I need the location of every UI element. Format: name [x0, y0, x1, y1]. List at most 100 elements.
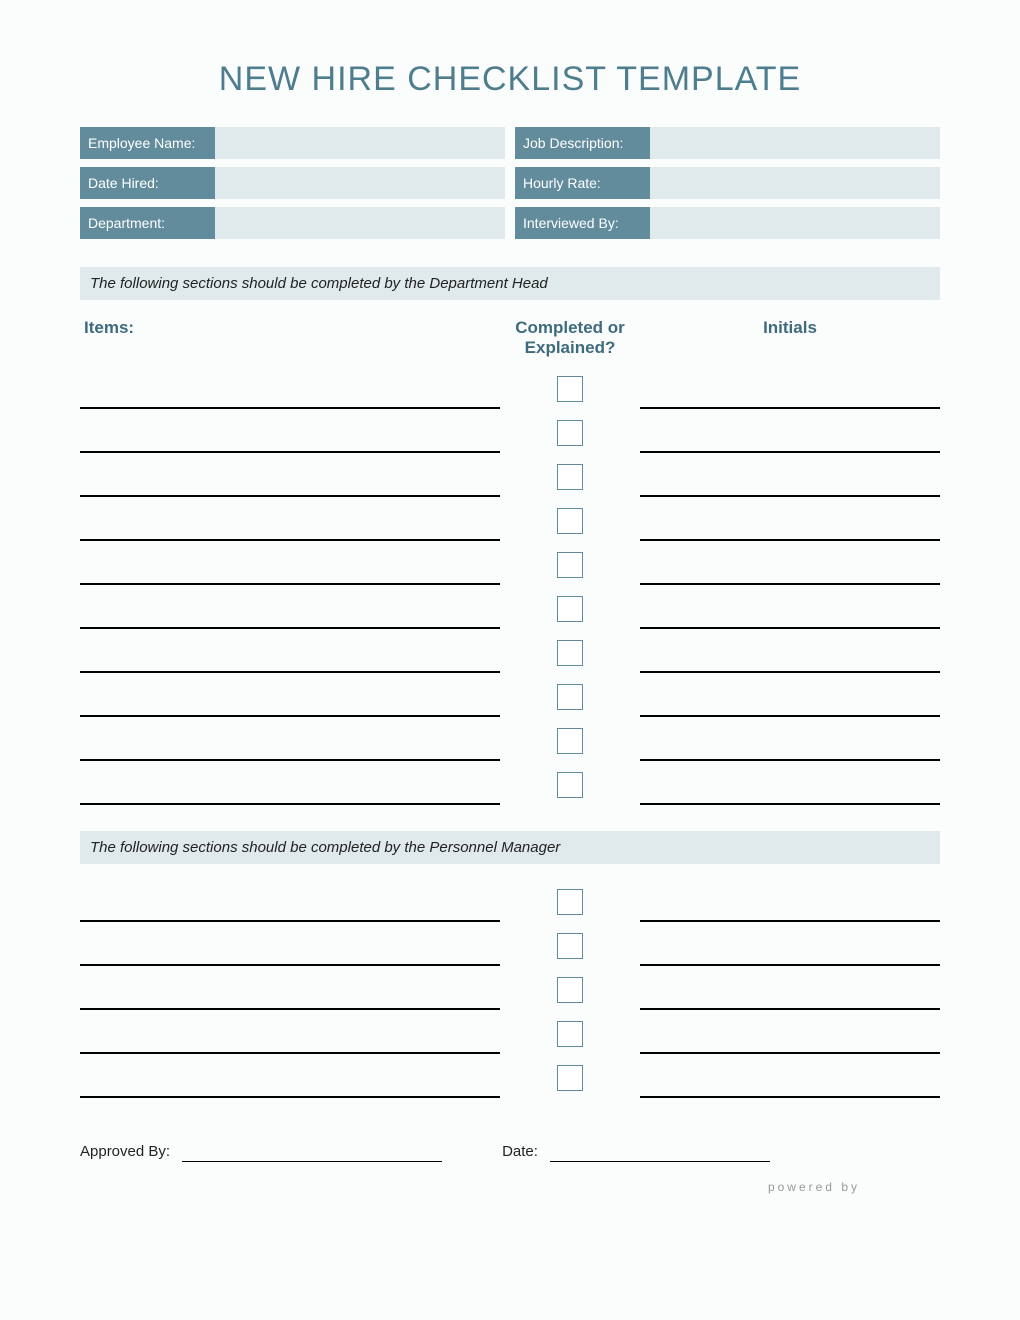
section1-row — [80, 545, 940, 585]
section2-item-input[interactable] — [80, 970, 500, 1010]
section2-item-input[interactable] — [80, 1014, 500, 1054]
department-input[interactable] — [215, 207, 505, 239]
section2-checkbox[interactable] — [557, 977, 583, 1003]
section1-check-wrap — [500, 721, 640, 761]
section1-check-wrap — [500, 589, 640, 629]
section1-initials-input[interactable] — [640, 457, 940, 497]
section2-row — [80, 1014, 940, 1054]
job-description-label: Job Description: — [515, 127, 650, 159]
section2-item-input[interactable] — [80, 882, 500, 922]
section2-initials-input[interactable] — [640, 970, 940, 1010]
section-2-note: The following sections should be complet… — [80, 831, 940, 864]
section1-checkbox[interactable] — [557, 376, 583, 402]
section1-item-input[interactable] — [80, 413, 500, 453]
section2-checkbox[interactable] — [557, 889, 583, 915]
section1-initials-input[interactable] — [640, 545, 940, 585]
section2-row — [80, 926, 940, 966]
section2-item-input[interactable] — [80, 926, 500, 966]
section1-initials-input[interactable] — [640, 413, 940, 453]
section2-checkbox[interactable] — [557, 1065, 583, 1091]
section2-check-wrap — [500, 970, 640, 1010]
section1-checkbox[interactable] — [557, 508, 583, 534]
section-1-rows — [80, 369, 940, 805]
section1-item-input[interactable] — [80, 589, 500, 629]
section2-item-input[interactable] — [80, 1058, 500, 1098]
section1-item-input[interactable] — [80, 369, 500, 409]
section1-check-wrap — [500, 457, 640, 497]
section1-checkbox[interactable] — [557, 684, 583, 710]
section1-row — [80, 765, 940, 805]
employee-name-label: Employee Name: — [80, 127, 215, 159]
section1-row — [80, 369, 940, 409]
section1-row — [80, 457, 940, 497]
approved-by-input[interactable] — [182, 1138, 442, 1162]
date-label: Date: — [502, 1143, 550, 1162]
section1-checkbox[interactable] — [557, 552, 583, 578]
section1-item-input[interactable] — [80, 501, 500, 541]
section1-checkbox[interactable] — [557, 464, 583, 490]
section2-initials-input[interactable] — [640, 1058, 940, 1098]
section1-checkbox[interactable] — [557, 596, 583, 622]
section1-item-input[interactable] — [80, 677, 500, 717]
section1-item-input[interactable] — [80, 457, 500, 497]
section2-check-wrap — [500, 926, 640, 966]
hourly-rate-label: Hourly Rate: — [515, 167, 650, 199]
section2-row — [80, 882, 940, 922]
footer-row: Approved By: Date: — [80, 1138, 940, 1162]
section1-initials-input[interactable] — [640, 589, 940, 629]
col-items-header: Items: — [80, 318, 500, 359]
approved-by-label: Approved By: — [80, 1143, 182, 1162]
interviewed-by-label: Interviewed By: — [515, 207, 650, 239]
date-input[interactable] — [550, 1138, 770, 1162]
col-initials-header: Initials — [640, 318, 940, 359]
department-label: Department: — [80, 207, 215, 239]
section1-check-wrap — [500, 413, 640, 453]
section1-row — [80, 633, 940, 673]
employee-name-input[interactable] — [215, 127, 505, 159]
section1-item-input[interactable] — [80, 721, 500, 761]
columns-header: Items: Completed or Explained? Initials — [80, 318, 940, 359]
powered-by-text: powered by — [80, 1180, 940, 1194]
section2-row — [80, 970, 940, 1010]
hourly-rate-input[interactable] — [650, 167, 940, 199]
section1-item-input[interactable] — [80, 633, 500, 673]
section1-check-wrap — [500, 545, 640, 585]
section1-initials-input[interactable] — [640, 369, 940, 409]
section2-check-wrap — [500, 1014, 640, 1054]
section1-check-wrap — [500, 765, 640, 805]
section2-initials-input[interactable] — [640, 882, 940, 922]
section1-initials-input[interactable] — [640, 765, 940, 805]
section1-initials-input[interactable] — [640, 677, 940, 717]
section1-checkbox[interactable] — [557, 420, 583, 446]
section1-row — [80, 501, 940, 541]
interviewed-by-input[interactable] — [650, 207, 940, 239]
job-description-input[interactable] — [650, 127, 940, 159]
section1-initials-input[interactable] — [640, 721, 940, 761]
section2-initials-input[interactable] — [640, 926, 940, 966]
section2-check-wrap — [500, 882, 640, 922]
section1-check-wrap — [500, 633, 640, 673]
section1-checkbox[interactable] — [557, 640, 583, 666]
date-hired-input[interactable] — [215, 167, 505, 199]
section2-checkbox[interactable] — [557, 1021, 583, 1047]
section2-checkbox[interactable] — [557, 933, 583, 959]
section-1-note: The following sections should be complet… — [80, 267, 940, 300]
section1-checkbox[interactable] — [557, 772, 583, 798]
section2-row — [80, 1058, 940, 1098]
section1-check-wrap — [500, 369, 640, 409]
section1-row — [80, 413, 940, 453]
employee-info-grid: Employee Name: Job Description: Date Hir… — [80, 127, 940, 239]
section1-check-wrap — [500, 501, 640, 541]
section1-initials-input[interactable] — [640, 501, 940, 541]
section1-checkbox[interactable] — [557, 728, 583, 754]
date-hired-label: Date Hired: — [80, 167, 215, 199]
section1-item-input[interactable] — [80, 765, 500, 805]
section2-check-wrap — [500, 1058, 640, 1098]
section1-item-input[interactable] — [80, 545, 500, 585]
section1-check-wrap — [500, 677, 640, 717]
section1-row — [80, 589, 940, 629]
section1-row — [80, 721, 940, 761]
section1-initials-input[interactable] — [640, 633, 940, 673]
section2-initials-input[interactable] — [640, 1014, 940, 1054]
section1-row — [80, 677, 940, 717]
